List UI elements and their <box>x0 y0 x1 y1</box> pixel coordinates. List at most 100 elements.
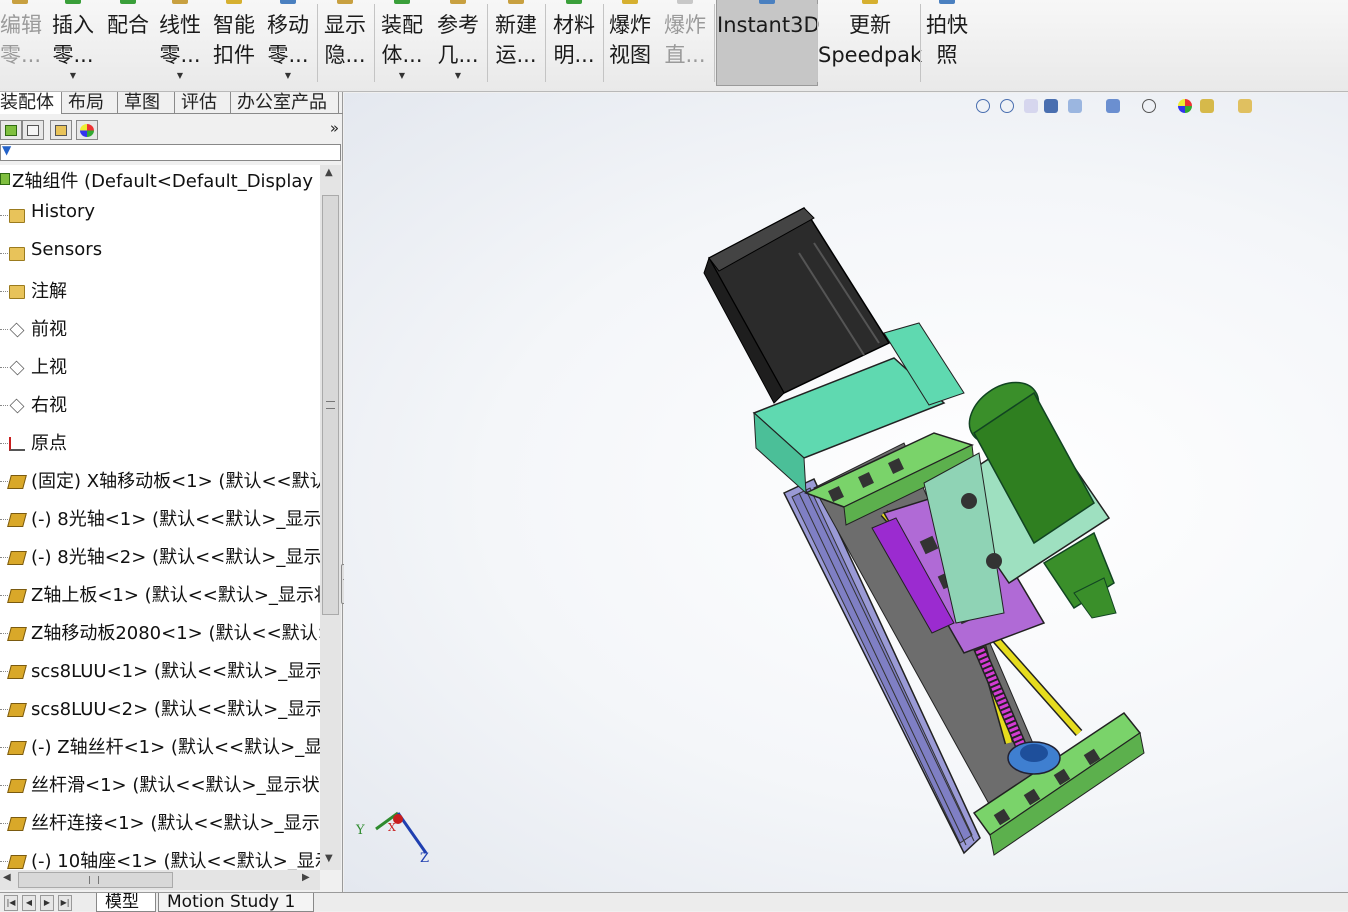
property-manager-tab-icon[interactable] <box>22 120 44 140</box>
command-tab-4[interactable]: 办公室产品 <box>231 92 339 114</box>
feature-manager-toolbar: » <box>0 119 343 141</box>
ribbon-button-label: 爆炸 <box>664 13 706 37</box>
dropdown-caret-icon[interactable]: ▼ <box>156 72 204 80</box>
tree-item[interactable]: 右视 <box>0 387 320 425</box>
tree-item[interactable]: 丝杆连接<1> (默认<<默认>_显示状 <box>0 805 320 843</box>
part-icon <box>7 855 27 869</box>
tree-item-label: (-) 8光轴<2> (默认<<默认>_显示状 <box>31 547 320 568</box>
ribbon-separator <box>374 4 375 82</box>
dropdown-caret-icon[interactable]: ▼ <box>262 72 314 80</box>
ribbon-button-icon <box>280 0 296 4</box>
assembly-3d-model[interactable] <box>344 93 1348 892</box>
tree-vertical-scrollbar[interactable]: ▲ ▼ <box>320 165 341 870</box>
scroll-left-arrow-icon[interactable]: ◀ <box>3 872 11 883</box>
ribbon-button-label: 爆炸 <box>609 13 651 37</box>
part-icon <box>7 513 27 527</box>
scroll-right-arrow-icon[interactable]: ▶ <box>302 872 310 883</box>
tree-item[interactable]: 上视 <box>0 349 320 387</box>
ribbon-button-label: 参考 <box>437 13 479 37</box>
ribbon-button-11[interactable]: 爆炸 视图 <box>604 0 656 86</box>
command-tab-3[interactable]: 评估 <box>175 92 231 114</box>
ribbon-button-icon <box>172 0 188 4</box>
tree-item[interactable]: Z轴上板<1> (默认<<默认>_显示状 <box>0 577 320 615</box>
command-tab-1[interactable]: 布局 <box>62 92 118 114</box>
ribbon-button-icon <box>508 0 524 4</box>
tree-connector <box>0 747 8 748</box>
origin-icon <box>9 437 25 451</box>
tree-item[interactable]: Z轴移动板2080<1> (默认<<默认>_ <box>0 615 320 653</box>
dropdown-caret-icon[interactable]: ▼ <box>432 72 484 80</box>
tree-connector <box>0 367 8 368</box>
triad-z-label: Z <box>420 851 430 866</box>
tree-item[interactable]: Sensors <box>0 235 320 273</box>
first-tab-arrow-icon[interactable]: |◀ <box>4 895 18 911</box>
ribbon-button-15[interactable]: 拍快照 <box>922 0 972 86</box>
ribbon-button-1[interactable]: 插入 零... ▼ <box>50 0 96 86</box>
tree-item[interactable]: scs8LUU<1> (默认<<默认>_显示状 <box>0 653 320 691</box>
command-tab-2[interactable]: 草图 <box>118 92 175 114</box>
part-icon <box>7 741 27 755</box>
ribbon-button-9[interactable]: 新建 运... <box>490 0 542 86</box>
configuration-manager-tab-icon[interactable] <box>50 120 72 140</box>
ribbon-button-4[interactable]: 智能 扣件 <box>209 0 259 86</box>
tree-item-label: 原点 <box>31 433 67 454</box>
tree-filter-input[interactable]: ▼ <box>0 143 341 161</box>
tree-item-label: (-) 8光轴<1> (默认<<默认>_显示状 <box>31 509 320 530</box>
ribbon-button-10[interactable]: 材料 明... <box>548 0 600 86</box>
ribbon-button-7[interactable]: 装配 体... ▼ <box>378 0 426 86</box>
ribbon-button-13[interactable]: Instant3D <box>716 0 820 86</box>
tree-item[interactable]: 丝杆滑<1> (默认<<默认>_显示状态 <box>0 767 320 805</box>
dropdown-caret-icon[interactable]: ▼ <box>378 72 426 80</box>
ribbon-button-6[interactable]: 显示 隐... <box>318 0 372 86</box>
tree-item[interactable]: (固定) X轴移动板<1> (默认<<默认> <box>0 463 320 501</box>
tree-item-label: (固定) X轴移动板<1> (默认<<默认> <box>31 471 320 492</box>
command-tab-0[interactable]: 装配体 <box>0 92 62 114</box>
display-manager-tab-icon[interactable] <box>76 120 98 140</box>
ribbon-button-2[interactable]: 配合 <box>104 0 152 86</box>
tree-item[interactable]: 前视 <box>0 311 320 349</box>
tree-scroll-thumb[interactable] <box>322 195 339 615</box>
tree-item[interactable]: (-) 8光轴<2> (默认<<默认>_显示状 <box>0 539 320 577</box>
history-folder-icon <box>9 209 25 223</box>
ribbon-button-14[interactable]: 更新 Speedpak <box>818 0 922 86</box>
ribbon-button-icon <box>939 0 955 4</box>
ribbon-button-8[interactable]: 参考 几... ▼ <box>432 0 484 86</box>
ribbon-separator <box>487 4 488 82</box>
ribbon-button-icon <box>677 0 693 4</box>
next-tab-arrow-icon[interactable]: ▶ <box>40 895 54 911</box>
ribbon-button-3[interactable]: 线性 零... ▼ <box>156 0 204 86</box>
scroll-up-arrow-icon[interactable]: ▲ <box>325 167 333 178</box>
tree-item[interactable]: scs8LUU<2> (默认<<默认>_显示状 <box>0 691 320 729</box>
ribbon-button-icon <box>566 0 582 4</box>
graphics-area[interactable]: Y X Z <box>344 93 1348 892</box>
tab-motion-study[interactable]: Motion Study 1 <box>158 893 314 912</box>
prev-tab-arrow-icon[interactable]: ◀ <box>22 895 36 911</box>
ribbon-button-label: 线性 <box>159 13 201 37</box>
ribbon-button-12[interactable]: 爆炸 直... <box>660 0 710 86</box>
ribbon-button-0[interactable]: 编辑 零... <box>0 0 42 86</box>
tree-item[interactable]: (-) 8光轴<1> (默认<<默认>_显示状 <box>0 501 320 539</box>
tree-connector <box>0 861 8 862</box>
tree-horizontal-scrollbar[interactable]: ◀ ▶ <box>0 870 320 890</box>
expand-chevron-icon[interactable]: » <box>330 119 339 137</box>
tree-item-label: History <box>31 201 96 222</box>
part-icon <box>7 779 27 793</box>
ribbon-button-label: 插入 <box>52 13 94 37</box>
ribbon-button-5[interactable]: 移动 零... ▼ <box>262 0 314 86</box>
tree-item-label: (-) Z轴丝杆<1> (默认<<默认>_显示 <box>31 737 320 758</box>
tree-item[interactable]: History <box>0 197 320 235</box>
last-tab-arrow-icon[interactable]: ▶| <box>58 895 72 911</box>
tree-item-label: scs8LUU<2> (默认<<默认>_显示状 <box>31 699 320 720</box>
tree-item[interactable]: (-) Z轴丝杆<1> (默认<<默认>_显示 <box>0 729 320 767</box>
scroll-down-arrow-icon[interactable]: ▼ <box>325 853 333 864</box>
tab-model[interactable]: 模型 <box>96 893 156 912</box>
tree-item-label: 注解 <box>31 281 67 302</box>
tree-hscroll-thumb[interactable] <box>18 872 173 888</box>
tree-item[interactable]: (-) 10轴座<1> (默认<<默认>_显示 <box>0 843 320 870</box>
tree-item[interactable]: 原点 <box>0 425 320 463</box>
dropdown-caret-icon[interactable]: ▼ <box>50 72 96 80</box>
ribbon-button-sublabel: 视图 <box>609 43 651 67</box>
feature-manager-tab-icon[interactable] <box>0 120 22 140</box>
tree-connector <box>0 329 8 330</box>
tree-item[interactable]: 注解 <box>0 273 320 311</box>
